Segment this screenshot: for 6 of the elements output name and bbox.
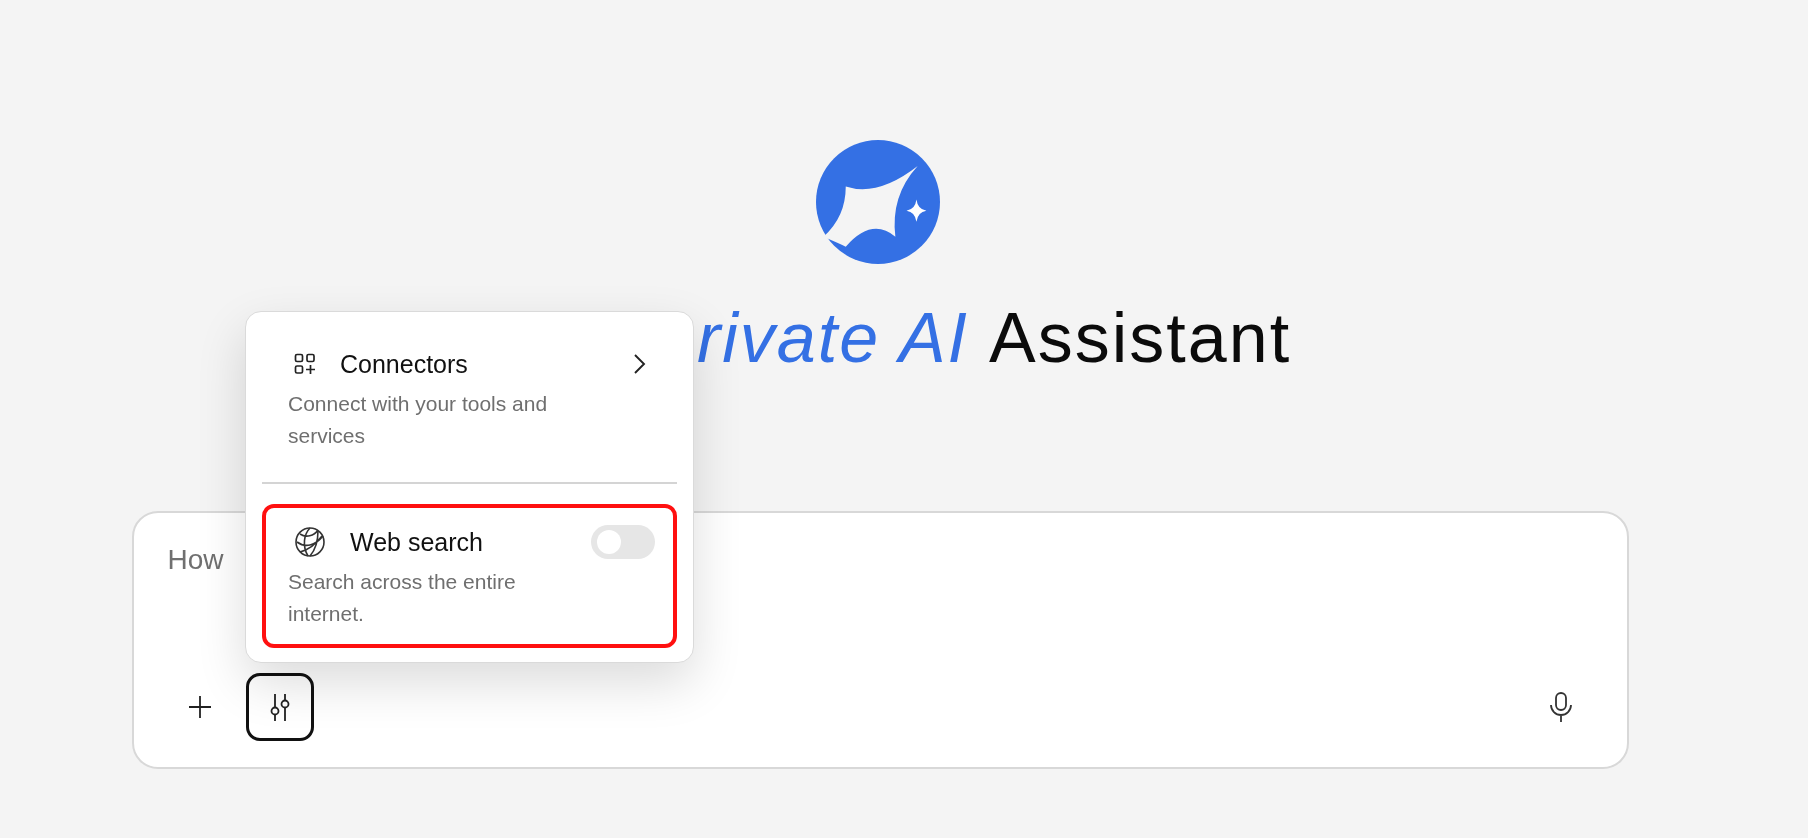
title-text: Assistant [989, 298, 1292, 378]
item-title: Connectors [340, 349, 469, 379]
item-description: Connect with your tools and services [288, 391, 549, 449]
item-description: Search across the entire internet. [288, 569, 517, 627]
title-emphasis: rivate AI [696, 298, 970, 378]
item-title: Web search [350, 527, 484, 557]
